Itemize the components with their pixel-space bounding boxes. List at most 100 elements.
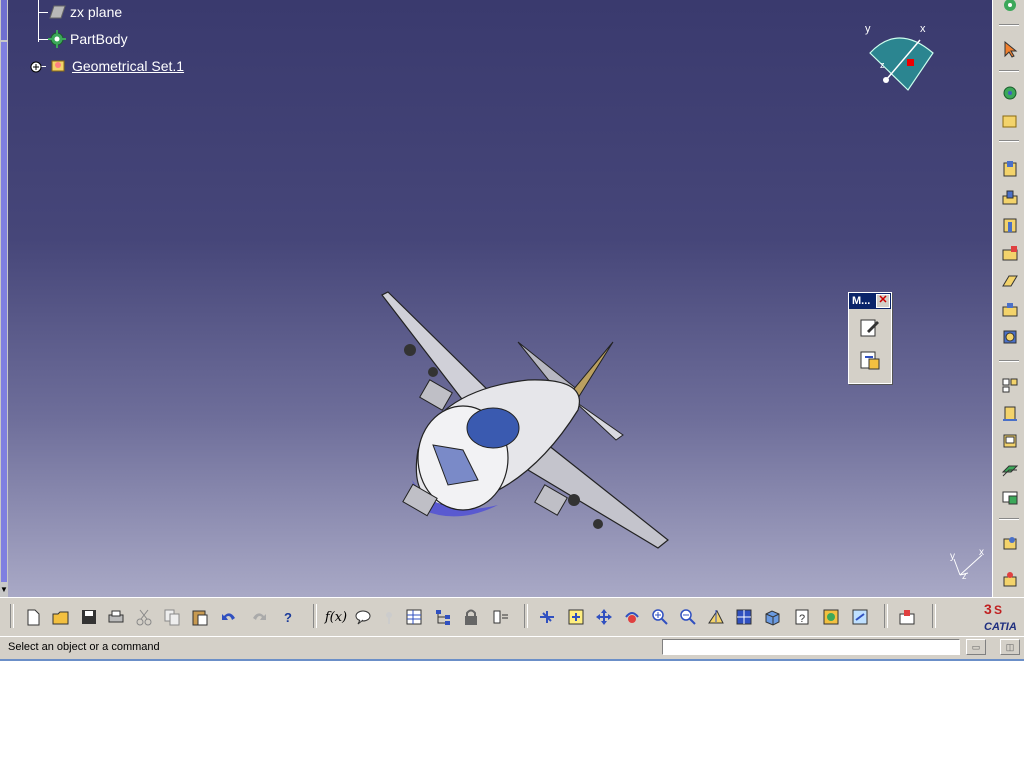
shading-button[interactable] — [820, 606, 842, 628]
swap-visible-button[interactable] — [849, 606, 871, 628]
stiffener-button[interactable] — [999, 326, 1021, 348]
axis-y-label: y — [950, 551, 955, 562]
svg-text:S: S — [994, 603, 1002, 617]
formula-button[interactable]: f(x) — [324, 606, 348, 628]
sketch-exit-button[interactable] — [857, 347, 883, 373]
scrollbar-track[interactable] — [1, 42, 7, 582]
slot-icon — [1002, 303, 1018, 317]
toolbar-separator — [884, 604, 888, 628]
catia-logo-text: CATIA — [984, 621, 1017, 633]
cut-button[interactable] — [133, 606, 155, 628]
lock-button[interactable] — [460, 606, 482, 628]
knowledge-button[interactable] — [352, 606, 374, 628]
copy-button[interactable] — [161, 606, 183, 628]
sketcher-button[interactable] — [896, 606, 918, 628]
normal-view-button[interactable] — [705, 606, 727, 628]
toolbar-separator — [932, 604, 936, 628]
thickness-button[interactable] — [999, 402, 1021, 424]
multi-view-button[interactable] — [733, 606, 755, 628]
analysis-button[interactable] — [999, 532, 1021, 554]
tail-stabilizer — [572, 399, 624, 441]
measure-button[interactable] — [999, 568, 1021, 590]
scroll-down-arrow[interactable]: ▼ — [0, 584, 8, 596]
zoom-out-button[interactable] — [677, 606, 699, 628]
measure-icon — [1003, 572, 1017, 587]
rib-button[interactable] — [999, 270, 1021, 292]
engine-intake — [568, 494, 580, 506]
new-button[interactable] — [22, 606, 44, 628]
tree-item-zx-plane[interactable]: zx plane — [48, 3, 122, 21]
tree-item-geometrical-set[interactable]: Geometrical Set.1 — [30, 57, 184, 75]
rotate-button[interactable] — [621, 606, 643, 628]
parameters-button[interactable] — [490, 606, 512, 628]
speech-bubble-icon — [355, 610, 371, 625]
fit-all-button[interactable] — [565, 606, 587, 628]
close-button[interactable]: ✕ — [876, 294, 890, 308]
gear-body-icon — [1003, 86, 1017, 100]
sketch-edit-button[interactable] — [857, 315, 883, 341]
fly-mode-button[interactable] — [536, 606, 558, 628]
floating-toolbar-titlebar[interactable]: M... ✕ — [849, 293, 891, 309]
compass-widget[interactable]: y x z — [858, 18, 948, 98]
compass-origin[interactable] — [907, 59, 914, 66]
compass-handle[interactable] — [883, 77, 889, 83]
lamp-icon — [386, 612, 392, 624]
catalog-button[interactable] — [432, 606, 454, 628]
vertical-scrollbar[interactable]: ▼ — [0, 0, 8, 597]
table-button[interactable] — [403, 606, 425, 628]
view-cube-button[interactable] — [761, 606, 783, 628]
status-message: Select an object or a command — [8, 641, 160, 653]
pan-button[interactable] — [593, 606, 615, 628]
save-button[interactable] — [78, 606, 100, 628]
help-icon: ? — [284, 609, 292, 625]
hole-button[interactable] — [999, 242, 1021, 264]
rotate-icon — [625, 612, 639, 623]
dress-up-button[interactable] — [999, 374, 1021, 396]
surface-icon — [1003, 434, 1017, 448]
boolean-button[interactable] — [999, 486, 1021, 508]
undo-button[interactable] — [218, 606, 240, 628]
select-button[interactable] — [999, 38, 1021, 60]
power-input-button[interactable]: ◫ — [1000, 639, 1020, 655]
axis-indicator: x y z — [950, 547, 984, 580]
shaft-button[interactable] — [999, 214, 1021, 236]
scissors-icon — [136, 609, 152, 626]
tree-line — [38, 0, 39, 42]
command-input[interactable] — [662, 639, 960, 655]
floating-toolbar[interactable]: M... ✕ — [848, 292, 892, 384]
expand-icon[interactable] — [30, 60, 42, 73]
transform-button[interactable] — [999, 458, 1021, 480]
hide-show-button[interactable]: ? — [791, 606, 813, 628]
engine-intake — [593, 519, 603, 529]
svg-text:3: 3 — [984, 601, 992, 617]
sketcher-icon — [899, 610, 915, 625]
toolbar-separator — [999, 518, 1019, 520]
lamp-button[interactable] — [378, 606, 400, 628]
zoom-out-icon — [680, 609, 696, 625]
print-button[interactable] — [105, 606, 127, 628]
sketch-edit-icon — [860, 319, 879, 337]
tree-item-partbody[interactable]: PartBody — [48, 30, 128, 48]
geometrical-set-button[interactable] — [999, 110, 1021, 132]
zoom-in-button[interactable] — [649, 606, 671, 628]
gear-tool-button[interactable] — [999, 0, 1021, 16]
surface-based-button[interactable] — [999, 430, 1021, 452]
redo-button[interactable] — [248, 606, 270, 628]
hole-icon — [1002, 246, 1018, 261]
shading-icon — [823, 609, 839, 625]
airplane-model[interactable] — [378, 280, 678, 560]
scrollbar-thumb[interactable] — [1, 0, 7, 40]
sketch-exit-icon — [860, 351, 880, 370]
body-button[interactable] — [999, 82, 1021, 104]
hide-show-icon: ? — [795, 609, 809, 625]
command-button[interactable]: ▭ — [966, 639, 986, 655]
3d-viewport[interactable]: zx plane PartBody Geometrical Set.1 y x … — [8, 0, 992, 597]
pad-button[interactable] — [999, 158, 1021, 180]
pad-icon — [1003, 161, 1017, 177]
slot-button[interactable] — [999, 298, 1021, 320]
open-button[interactable] — [50, 606, 72, 628]
paste-button[interactable] — [189, 606, 211, 628]
whats-this-button[interactable]: ? — [277, 606, 299, 628]
pocket-button[interactable] — [999, 186, 1021, 208]
plane-icon — [48, 3, 66, 21]
